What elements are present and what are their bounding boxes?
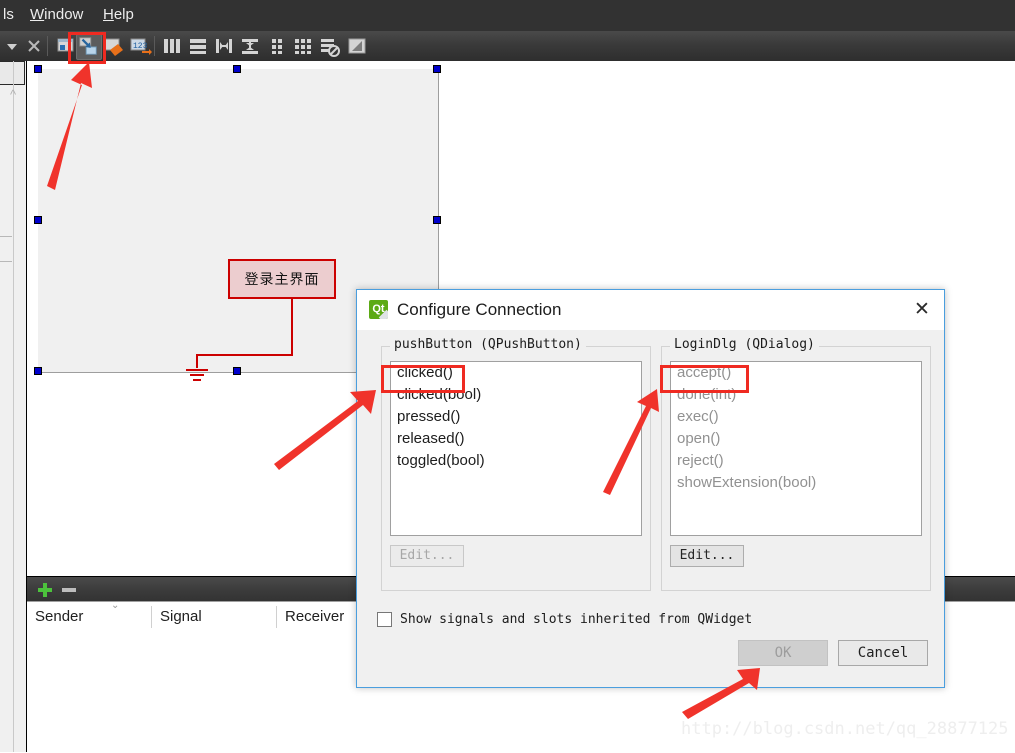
edit-buddies-icon[interactable] (102, 34, 126, 58)
ground-symbol-bar-1 (186, 369, 208, 371)
remove-connection-icon[interactable] (60, 581, 78, 599)
menu-item-help[interactable]: Help (103, 4, 134, 26)
sender-signal-list[interactable]: clicked() clicked(bool) pressed() releas… (390, 361, 642, 536)
dialog-title: Configure Connection (397, 300, 562, 319)
ground-symbol-bar-2 (190, 374, 204, 376)
toolbar-separator-1 (47, 36, 48, 56)
left-dock-divider-2 (0, 261, 12, 262)
edit-tab-order-icon[interactable]: 123 (128, 34, 152, 58)
column-header-signal[interactable]: Signal (152, 602, 277, 632)
sort-indicator-icon: ⌄ (111, 600, 120, 611)
selection-handle-top-left[interactable] (34, 65, 42, 73)
list-item[interactable]: accept() (671, 362, 921, 384)
selection-handle-top-center[interactable] (233, 65, 241, 73)
ok-button[interactable]: OK (738, 640, 828, 666)
connection-line-drop (196, 354, 198, 368)
menu-bar: ls Window Help (0, 0, 1015, 31)
layout-form-icon[interactable] (291, 34, 315, 58)
column-divider-1[interactable] (151, 606, 152, 628)
receiver-groupbox: LoginDlg (QDialog) accept() done(int) ex… (661, 337, 931, 591)
add-connection-icon[interactable] (36, 581, 54, 599)
sender-groupbox: pushButton (QPushButton) clicked() click… (381, 337, 651, 591)
receiver-edit-button[interactable]: Edit... (670, 545, 744, 567)
list-item[interactable]: clicked(bool) (391, 384, 641, 406)
adjust-size-icon[interactable] (345, 34, 369, 58)
menu-item-tools[interactable]: ls (3, 4, 14, 26)
watermark-text: http://blog.csdn.net/qq_28877125 (681, 719, 1009, 739)
menu-item-window[interactable]: Window (30, 4, 83, 26)
close-icon[interactable] (22, 34, 46, 58)
edit-widgets-icon[interactable] (54, 34, 78, 58)
left-dock-column-divider (13, 61, 14, 752)
close-icon[interactable]: ✕ (910, 298, 934, 322)
sender-edit-button[interactable]: Edit... (390, 545, 464, 567)
list-item[interactable]: exec() (671, 406, 921, 428)
connection-line-horizontal (196, 354, 293, 356)
list-item[interactable]: reject() (671, 450, 921, 472)
ground-symbol-bar-3 (193, 379, 201, 381)
selection-handle-bottom-center[interactable] (233, 367, 241, 375)
dropdown-arrow-icon[interactable] (0, 34, 24, 58)
column-divider-2[interactable] (276, 606, 277, 628)
designed-pushbutton[interactable]: 登录主界面 (228, 259, 336, 299)
qt-logo-icon: Qt (369, 300, 388, 319)
edit-signals-slots-icon[interactable] (76, 34, 102, 60)
cancel-button[interactable]: Cancel (838, 640, 928, 666)
svg-text:123: 123 (133, 42, 148, 51)
show-inherited-checkbox[interactable] (377, 612, 392, 627)
list-item[interactable]: pressed() (391, 406, 641, 428)
show-inherited-label: Show signals and slots inherited from QW… (400, 612, 753, 627)
selection-handle-bottom-left[interactable] (34, 367, 42, 375)
sender-groupbox-title: pushButton (QPushButton) (390, 337, 586, 352)
main-toolbar: 123 (0, 31, 1015, 62)
layout-vertically-icon[interactable] (186, 34, 210, 58)
connection-line-vertical (291, 299, 293, 355)
dialog-body: pushButton (QPushButton) clicked() click… (357, 330, 944, 687)
toolbar-separator-2 (154, 36, 155, 56)
selection-handle-top-right[interactable] (433, 65, 441, 73)
list-item[interactable]: open() (671, 428, 921, 450)
list-item[interactable]: toggled(bool) (391, 450, 641, 472)
list-item[interactable]: showExtension(bool) (671, 472, 921, 494)
qt-designer-window: ls Window Help 123 ^ 登录主界面 Sender Signal… (0, 0, 1015, 753)
layout-vertical-splitter-icon[interactable] (238, 34, 262, 58)
show-inherited-checkbox-row[interactable]: Show signals and slots inherited from QW… (377, 612, 752, 627)
selection-handle-middle-right[interactable] (433, 216, 441, 224)
layout-horizontal-splitter-icon[interactable] (212, 34, 236, 58)
layout-grid-icon[interactable] (265, 34, 289, 58)
receiver-groupbox-title: LoginDlg (QDialog) (670, 337, 819, 352)
configure-connection-dialog[interactable]: Qt Configure Connection ✕ pushButton (QP… (356, 289, 945, 688)
selection-handle-middle-left[interactable] (34, 216, 42, 224)
list-item[interactable]: done(int) (671, 384, 921, 406)
dialog-titlebar[interactable]: Qt Configure Connection ✕ (357, 290, 944, 330)
receiver-slot-list[interactable]: accept() done(int) exec() open() reject(… (670, 361, 922, 536)
chevron-up-icon[interactable]: ^ (6, 88, 20, 101)
break-layout-icon[interactable] (317, 34, 341, 58)
list-item[interactable]: released() (391, 428, 641, 450)
column-header-sender[interactable]: Sender (27, 602, 152, 632)
left-dock-divider-1 (0, 236, 12, 237)
layout-horizontally-icon[interactable] (160, 34, 184, 58)
left-dock-strip: ^ (0, 61, 27, 752)
list-item[interactable]: clicked() (391, 362, 641, 384)
